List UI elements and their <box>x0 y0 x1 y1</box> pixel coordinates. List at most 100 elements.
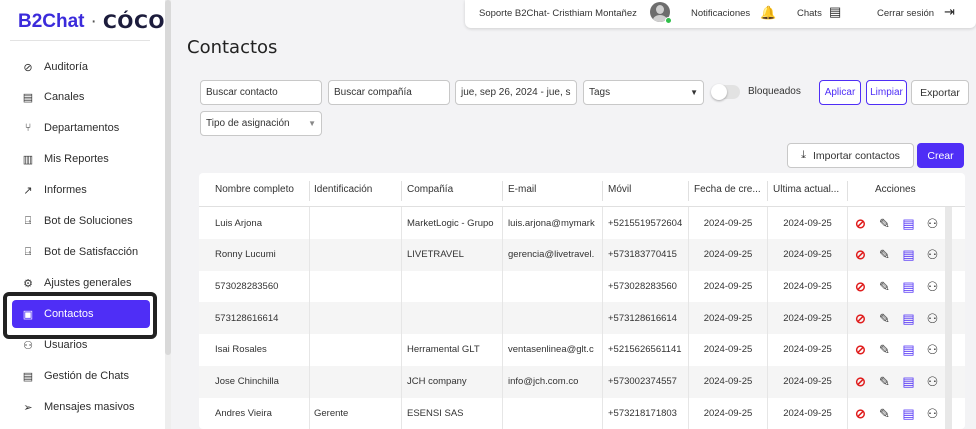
cell-identification <box>314 270 400 302</box>
chat-icon[interactable]: ▤ <box>829 4 841 20</box>
cell-identification <box>314 302 400 334</box>
add-user-icon[interactable]: ⚇ <box>925 247 940 262</box>
table-row[interactable]: Luis Arjona MarketLogic - Grupo luis.arjon… <box>199 207 965 239</box>
block-icon[interactable]: ⊘ <box>853 406 868 421</box>
sidebar-item-label: Auditoría <box>44 61 89 73</box>
sidebar-item-auditoria[interactable]: ⊘ Auditoría <box>12 53 150 81</box>
add-user-icon[interactable]: ⚇ <box>925 279 940 294</box>
col-header-created[interactable]: Fecha de cre... <box>694 184 766 195</box>
add-user-icon[interactable]: ⚇ <box>925 342 940 357</box>
chevron-down-icon: ▼ <box>308 119 316 128</box>
cell-updated: 2024-09-25 <box>783 376 832 387</box>
chat-icon[interactable]: ▤ <box>901 247 916 262</box>
sidebar-item-gestion-de-chats[interactable]: ▤ Gestión de Chats <box>12 362 150 390</box>
col-header-updated[interactable]: Última actual... <box>773 184 845 195</box>
sidebar-scrollbar[interactable] <box>165 0 171 429</box>
sidebar-item-mensajes-masivos[interactable]: ➢ Mensajes masivos <box>12 393 150 421</box>
block-icon[interactable]: ⊘ <box>853 374 868 389</box>
clear-button[interactable]: Limpiar <box>866 80 907 105</box>
cell-identification: Gerente <box>314 407 349 419</box>
block-icon[interactable]: ⊘ <box>853 311 868 326</box>
cell-updated: 2024-09-25 <box>783 312 832 324</box>
edit-icon[interactable]: ✎ <box>877 342 892 357</box>
apply-button[interactable]: Aplicar <box>819 80 861 105</box>
table-row[interactable]: Isai Rosales Herramental GLT ventasenlinea… <box>199 334 965 366</box>
brand-right: CÓCO <box>102 11 166 33</box>
assignment-type-select[interactable]: Tipo de asignación ▼ <box>200 111 322 136</box>
block-icon[interactable]: ⊘ <box>853 342 868 357</box>
col-line <box>309 207 310 429</box>
table-scrollbar[interactable] <box>945 207 952 429</box>
edit-icon[interactable]: ✎ <box>877 311 892 326</box>
chats-link[interactable]: Chats <box>797 8 822 19</box>
edit-icon[interactable]: ✎ <box>877 406 892 421</box>
assignment-type-label: Tipo de asignación <box>206 118 290 129</box>
table-row[interactable]: 573028283560 +573028283560 2024-09-25 2024-… <box>199 270 965 302</box>
sidebar-scroll-thumb[interactable] <box>165 0 171 355</box>
chat-icon[interactable]: ▤ <box>901 216 916 231</box>
blocked-toggle[interactable] <box>711 84 740 100</box>
sidebar: B2Chat · CÓCO ⊘ Auditoría ▤ Canales ⑂ Departa… <box>0 0 165 429</box>
cell-mobile: +5215626561141 <box>608 344 682 356</box>
date-range-input[interactable]: jue, sep 26, 2024 - jue, s <box>455 80 577 105</box>
reports-icon: ▥ <box>22 153 34 166</box>
sidebar-item-mis-reportes[interactable]: ▥ Mis Reportes <box>12 145 150 173</box>
add-user-icon[interactable]: ⚇ <box>925 374 940 389</box>
edit-icon[interactable]: ✎ <box>877 279 892 294</box>
chat-icon[interactable]: ▤ <box>901 279 916 294</box>
import-contacts-button[interactable]: ⤓ Importar contactos <box>787 143 914 168</box>
table-row[interactable]: Jose Chinchilla JCH company info@jch.com.c… <box>199 365 965 398</box>
sidebar-item-label: Canales <box>44 91 85 103</box>
edit-icon[interactable]: ✎ <box>877 374 892 389</box>
edit-icon[interactable]: ✎ <box>877 216 892 231</box>
bell-icon[interactable]: 🔔 <box>760 5 776 21</box>
col-separator <box>688 181 689 201</box>
edit-icon[interactable]: ✎ <box>877 247 892 262</box>
col-line <box>688 207 689 429</box>
sidebar-item-bot-de-satisfaccion[interactable]: ⍈ Bot de Satisfacción <box>12 238 150 266</box>
logout-link[interactable]: Cerrar sesión <box>877 8 934 19</box>
chat-icon[interactable]: ▤ <box>901 311 916 326</box>
sidebar-item-canales[interactable]: ▤ Canales <box>12 83 150 111</box>
search-contact-input[interactable]: Buscar contacto <box>200 80 322 105</box>
add-user-icon[interactable]: ⚇ <box>925 311 940 326</box>
cell-mobile: +573218171803 <box>608 407 677 419</box>
block-icon[interactable]: ⊘ <box>853 247 868 262</box>
search-company-input[interactable]: Buscar compañía <box>328 80 450 105</box>
sidebar-item-departamentos[interactable]: ⑂ Departamentos <box>12 114 150 142</box>
add-user-icon[interactable]: ⚇ <box>925 406 940 421</box>
cell-company: LIVETRAVEL <box>407 249 464 261</box>
sidebar-item-label: Informes <box>44 184 87 196</box>
cell-email <box>508 302 600 334</box>
tags-select[interactable]: Tags ▼ <box>583 80 704 105</box>
create-button[interactable]: Crear <box>917 143 964 168</box>
export-button[interactable]: Exportar <box>911 80 969 105</box>
table-row[interactable]: Ronny Lucumi LIVETRAVEL gerencia@livetrave… <box>199 238 965 271</box>
sidebar-item-informes[interactable]: ↗ Informes <box>12 176 150 204</box>
cell-created: 2024-09-25 <box>703 217 753 229</box>
col-header-identification[interactable]: Identificación <box>314 184 400 195</box>
notifications-link[interactable]: Notificaciones <box>691 8 750 19</box>
trend-icon: ↗ <box>23 184 33 197</box>
col-line <box>502 207 503 429</box>
logout-icon[interactable]: ⇥ <box>944 4 955 20</box>
brand-logo[interactable]: B2Chat · CÓCO <box>18 10 165 34</box>
table-row[interactable]: Andres Vieira Gerente ESENSI SAS +573218171… <box>199 397 965 429</box>
col-header-name[interactable]: Nombre completo <box>215 184 307 195</box>
sidebar-item-bot-de-soluciones[interactable]: ⍈ Bot de Soluciones <box>12 207 150 235</box>
chat-icon[interactable]: ▤ <box>901 342 916 357</box>
cell-name: 573028283560 <box>215 280 279 292</box>
col-line <box>767 207 768 429</box>
block-icon[interactable]: ⊘ <box>853 216 868 231</box>
col-line <box>602 207 603 429</box>
col-header-email[interactable]: E-mail <box>508 184 600 195</box>
table-row[interactable]: 573128616614 +573128616614 2024-09-25 2024-… <box>199 302 965 335</box>
col-header-company[interactable]: Compañía <box>407 184 501 195</box>
chat-icon[interactable]: ▤ <box>901 406 916 421</box>
add-user-icon[interactable]: ⚇ <box>925 216 940 231</box>
cell-updated: 2024-09-25 <box>783 217 832 229</box>
block-icon[interactable]: ⊘ <box>853 279 868 294</box>
col-header-mobile[interactable]: Móvil <box>608 184 688 195</box>
chat-icon[interactable]: ▤ <box>901 374 916 389</box>
cell-identification <box>314 239 400 271</box>
